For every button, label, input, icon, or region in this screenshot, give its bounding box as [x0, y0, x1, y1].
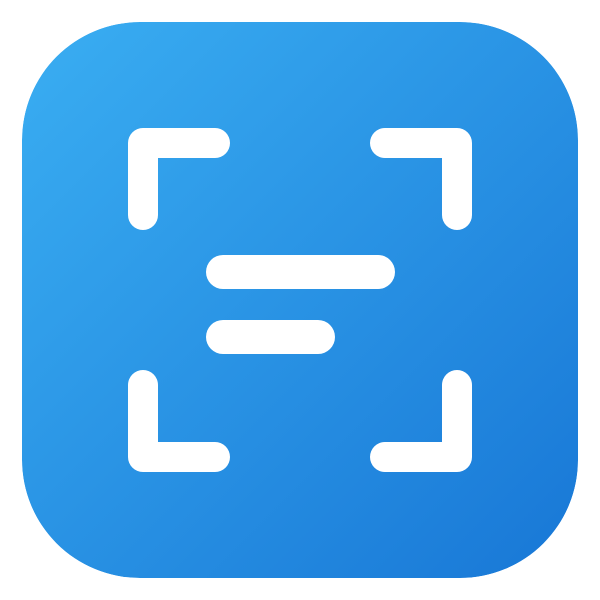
document-scanner-app-icon[interactable] [22, 22, 578, 578]
canvas [0, 0, 600, 600]
icon-background [22, 22, 578, 578]
app-icon-graphic [22, 22, 578, 578]
